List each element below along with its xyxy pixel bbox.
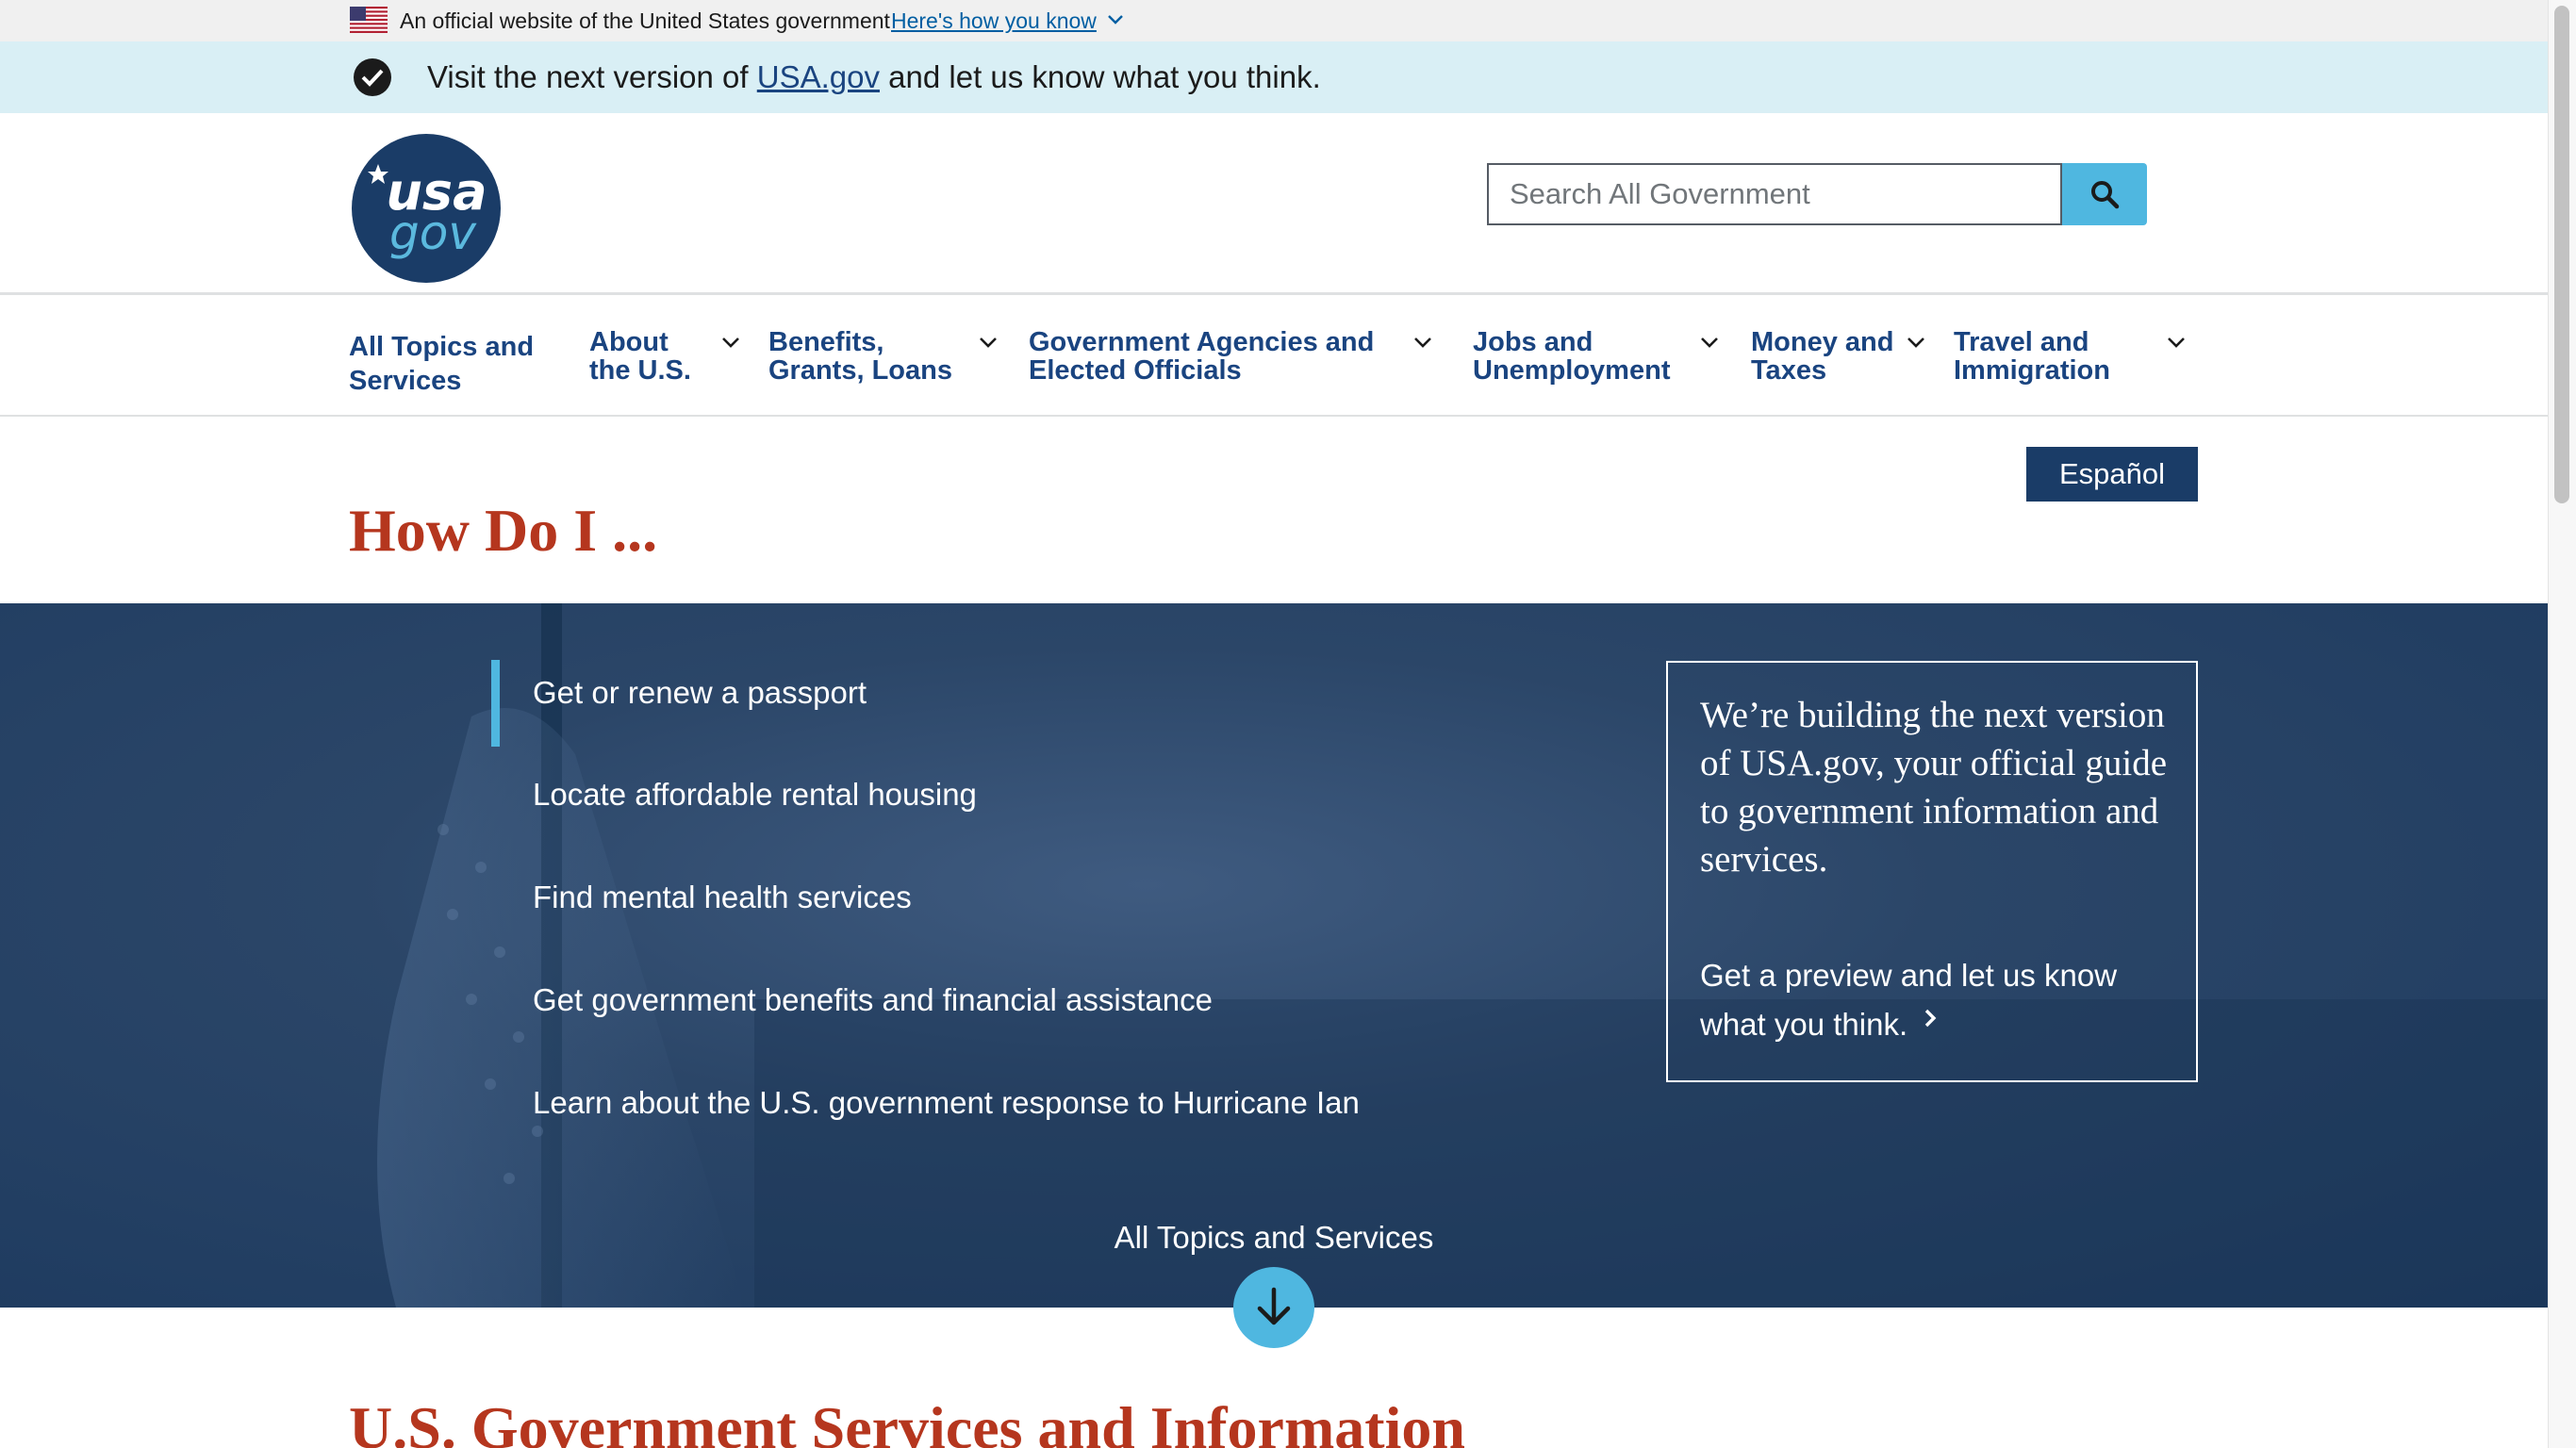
- nav-about-us[interactable]: About the U.S.: [589, 328, 691, 385]
- chevron-down-icon[interactable]: [1699, 332, 1720, 353]
- nav-label-line2: Services: [349, 366, 462, 396]
- page: An official website of the United States…: [0, 0, 2548, 1448]
- nav-label-line2: the U.S.: [589, 355, 691, 386]
- chevron-down-icon[interactable]: [1412, 332, 1433, 353]
- nav-jobs[interactable]: Jobs and Unemployment: [1473, 328, 1670, 385]
- us-flag-icon: [350, 7, 388, 33]
- nav-money-taxes[interactable]: Money and Taxes: [1751, 328, 1893, 385]
- how-to-link-benefits[interactable]: Get government benefits and financial as…: [533, 982, 1213, 1018]
- logo-gov-text: gov: [389, 206, 477, 260]
- next-version-promo-card: We’re building the next version of USA.g…: [1666, 661, 2198, 1082]
- search-icon: [2091, 181, 2120, 209]
- nav-label-line1: About: [589, 327, 669, 357]
- nav-label-line1: Benefits,: [768, 327, 884, 357]
- nav-label-line2: Taxes: [1751, 355, 1827, 386]
- nav-label-line1: Government Agencies and: [1029, 327, 1375, 357]
- chevron-down-icon[interactable]: [720, 332, 741, 353]
- nav-label-line1: Jobs and: [1473, 327, 1593, 357]
- how-to-link-mental-health[interactable]: Find mental health services: [533, 880, 912, 915]
- chevron-down-icon[interactable]: [1906, 332, 1926, 353]
- nav-label-line2: Elected Officials: [1029, 355, 1242, 386]
- nav-label-line2: Grants, Loans: [768, 355, 952, 386]
- chevron-down-icon[interactable]: [978, 332, 999, 353]
- promo-cta-link[interactable]: Get a preview and let us know what you t…: [1700, 951, 2171, 1049]
- nav-label-line1: Money and: [1751, 327, 1894, 357]
- chevron-down-icon[interactable]: [1105, 9, 1126, 30]
- chevron-right-icon[interactable]: [1921, 1006, 1940, 1030]
- nav-label-line1: All Topics and: [349, 332, 535, 362]
- how-do-i-heading: How Do I ...: [349, 497, 658, 564]
- how-to-link-hurricane-ian[interactable]: Learn about the U.S. government response…: [533, 1085, 1360, 1121]
- nav-benefits[interactable]: Benefits, Grants, Loans: [768, 328, 952, 385]
- scroll-down-button[interactable]: [1233, 1267, 1314, 1348]
- check-circle-icon: [354, 58, 391, 96]
- page-scrollbar-thumb[interactable]: [2554, 6, 2569, 503]
- heres-how-you-know-link[interactable]: Here's how you know: [891, 8, 1097, 34]
- usagov-logo[interactable]: usa gov: [352, 134, 501, 283]
- nav-label-line1: Travel and: [1954, 327, 2089, 357]
- how-to-link-passport[interactable]: Get or renew a passport: [533, 675, 867, 711]
- nav-divider: [0, 415, 2548, 417]
- next-version-message: Visit the next version of USA.gov and le…: [427, 59, 1321, 95]
- how-to-link-rental-housing[interactable]: Locate affordable rental housing: [533, 777, 977, 813]
- active-item-indicator: [491, 660, 500, 747]
- nav-label-line2: Unemployment: [1473, 355, 1671, 386]
- arrow-down-icon: [1257, 1287, 1291, 1325]
- nav-label-line2: Immigration: [1954, 355, 2110, 386]
- all-topics-link[interactable]: All Topics and Services: [0, 1220, 2548, 1256]
- usa-gov-link[interactable]: USA.gov: [757, 59, 880, 94]
- nav-all-topics[interactable]: All Topics and Services: [349, 330, 534, 398]
- section-heading: U.S. Government Services and Information: [349, 1394, 1465, 1448]
- promo-headline: We’re building the next version of USA.g…: [1700, 695, 2168, 880]
- next-version-banner: Visit the next version of USA.gov and le…: [0, 41, 2548, 113]
- next-version-suffix: and let us know what you think.: [879, 59, 1321, 94]
- next-version-prefix: Visit the next version of: [427, 59, 757, 94]
- nav-travel-immigration[interactable]: Travel and Immigration: [1954, 328, 2110, 385]
- espanol-button[interactable]: Español: [2026, 447, 2198, 502]
- official-site-text: An official website of the United States…: [400, 8, 890, 33]
- official-gov-banner: An official website of the United States…: [0, 0, 2548, 41]
- search-input[interactable]: [1487, 163, 2062, 225]
- chevron-down-icon[interactable]: [2166, 332, 2187, 353]
- header-divider: [0, 292, 2548, 295]
- search-button[interactable]: [2062, 163, 2147, 225]
- nav-government-agencies[interactable]: Government Agencies and Elected Official…: [1029, 328, 1374, 385]
- hero-section: Get or renew a passport Locate affordabl…: [0, 603, 2548, 1308]
